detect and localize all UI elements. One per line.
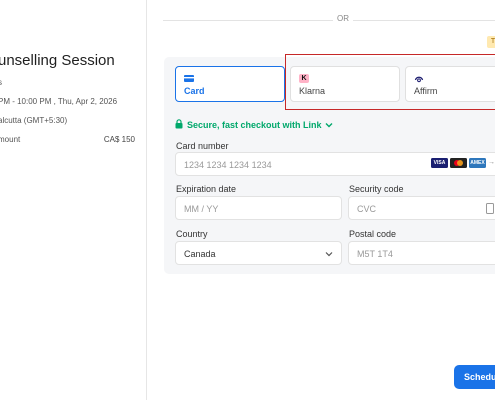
visa-icon: VISA [431, 158, 448, 168]
link-checkout-text: Secure, fast checkout with Link [187, 120, 322, 130]
chevron-down-icon [325, 252, 333, 257]
card-brands: VISA AMEX → [431, 158, 495, 168]
cvc-card-icon [486, 203, 494, 214]
expiration-input[interactable]: MM / YY [175, 196, 342, 220]
card-number-label: Card number [176, 141, 229, 151]
or-text: OR [337, 14, 349, 23]
card-icon [184, 75, 194, 82]
country-label: Country [176, 229, 208, 239]
card-number-placeholder: 1234 1234 1234 1234 [184, 160, 272, 170]
tab-card[interactable]: Card [175, 66, 285, 102]
amount-label: mount [0, 135, 21, 144]
postal-code-placeholder: M5T 1T4 [357, 249, 393, 259]
divider-line-right [353, 20, 495, 21]
expiration-label: Expiration date [176, 184, 237, 194]
divider-line-left [163, 20, 333, 21]
link-checkout-toggle[interactable]: Secure, fast checkout with Link [175, 119, 333, 130]
security-code-placeholder: CVC [357, 204, 377, 214]
postal-code-input[interactable]: M5T 1T4 [348, 241, 495, 265]
postal-code-label: Postal code [349, 229, 397, 239]
expiration-placeholder: MM / YY [184, 204, 219, 214]
highlight-annotation-box [285, 54, 495, 110]
mastercard-icon [450, 158, 467, 168]
lock-icon [175, 119, 183, 129]
session-timezone: alcutta (GMT+5:30) [0, 116, 68, 125]
chevron-down-icon [325, 123, 333, 128]
security-code-label: Security code [349, 184, 404, 194]
amount-value: CA$ 150 [103, 135, 135, 144]
test-mode-badge: T [487, 36, 495, 48]
or-divider: OR [163, 14, 495, 26]
session-time: PM - 10:00 PM , Thu, Apr 2, 2026 [0, 97, 118, 106]
country-select[interactable]: Canada [175, 241, 342, 265]
security-code-input[interactable]: CVC [348, 196, 495, 220]
session-duration: s [0, 78, 2, 87]
session-summary-panel: unselling Session s PM - 10:00 PM , Thu,… [0, 0, 147, 400]
country-value: Canada [184, 249, 216, 259]
tab-card-label: Card [184, 86, 205, 96]
schedule-button[interactable]: Schedule [454, 365, 495, 389]
more-brands-icon: → [488, 159, 495, 166]
session-title: unselling Session [0, 52, 115, 69]
amount-row: mount CA$ 150 [0, 135, 135, 144]
amex-icon: AMEX [469, 158, 486, 168]
